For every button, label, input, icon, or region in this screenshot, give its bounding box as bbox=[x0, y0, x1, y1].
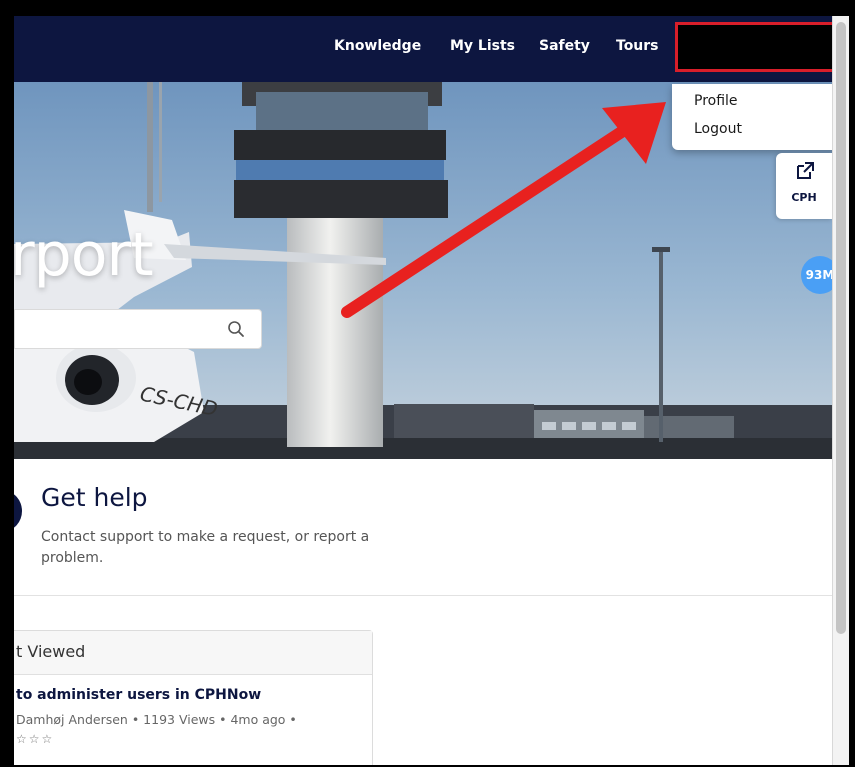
vertical-scrollbar[interactable] bbox=[832, 16, 849, 765]
user-dropdown-menu: Profile Logout bbox=[672, 84, 832, 150]
menu-item-profile[interactable]: Profile bbox=[694, 93, 738, 109]
cph-external-link-widget[interactable]: CPH bbox=[776, 153, 832, 219]
most-viewed-title: t Viewed bbox=[16, 642, 86, 661]
user-menu-button[interactable] bbox=[675, 22, 832, 72]
get-help-description: Contact support to make a request, or re… bbox=[41, 529, 370, 566]
article-rating-stars: ☆☆☆ bbox=[16, 732, 55, 746]
cph-label: CPH bbox=[791, 191, 817, 204]
browser-viewport: CS-CHD rport Knowledge My Lists Safety T… bbox=[14, 16, 832, 765]
top-navigation-bar: Knowledge My Lists Safety Tours bbox=[14, 16, 832, 82]
most-viewed-header: t Viewed bbox=[14, 631, 372, 675]
search-input[interactable] bbox=[15, 310, 215, 348]
section-divider bbox=[14, 595, 832, 596]
nav-my-lists[interactable]: My Lists bbox=[450, 38, 515, 54]
nav-knowledge[interactable]: Knowledge bbox=[334, 38, 421, 54]
get-help-icon bbox=[14, 491, 22, 531]
scrollbar-thumb[interactable] bbox=[836, 22, 846, 634]
memory-usage-badge[interactable]: 93M bbox=[801, 256, 832, 294]
get-help-title[interactable]: Get help bbox=[41, 483, 148, 512]
hero-title: rport bbox=[14, 220, 154, 290]
external-link-icon bbox=[797, 162, 814, 179]
menu-item-logout[interactable]: Logout bbox=[694, 121, 742, 137]
article-link[interactable]: to administer users in CPHNow bbox=[16, 687, 261, 703]
search-icon[interactable] bbox=[227, 320, 245, 338]
nav-safety[interactable]: Safety bbox=[539, 38, 590, 54]
hero-search-box[interactable] bbox=[14, 309, 262, 349]
article-meta: Damhøj Andersen • 1193 Views • 4mo ago • bbox=[16, 712, 297, 727]
nav-tours[interactable]: Tours bbox=[616, 38, 659, 54]
most-viewed-card: t Viewed to administer users in CPHNow D… bbox=[14, 630, 373, 765]
